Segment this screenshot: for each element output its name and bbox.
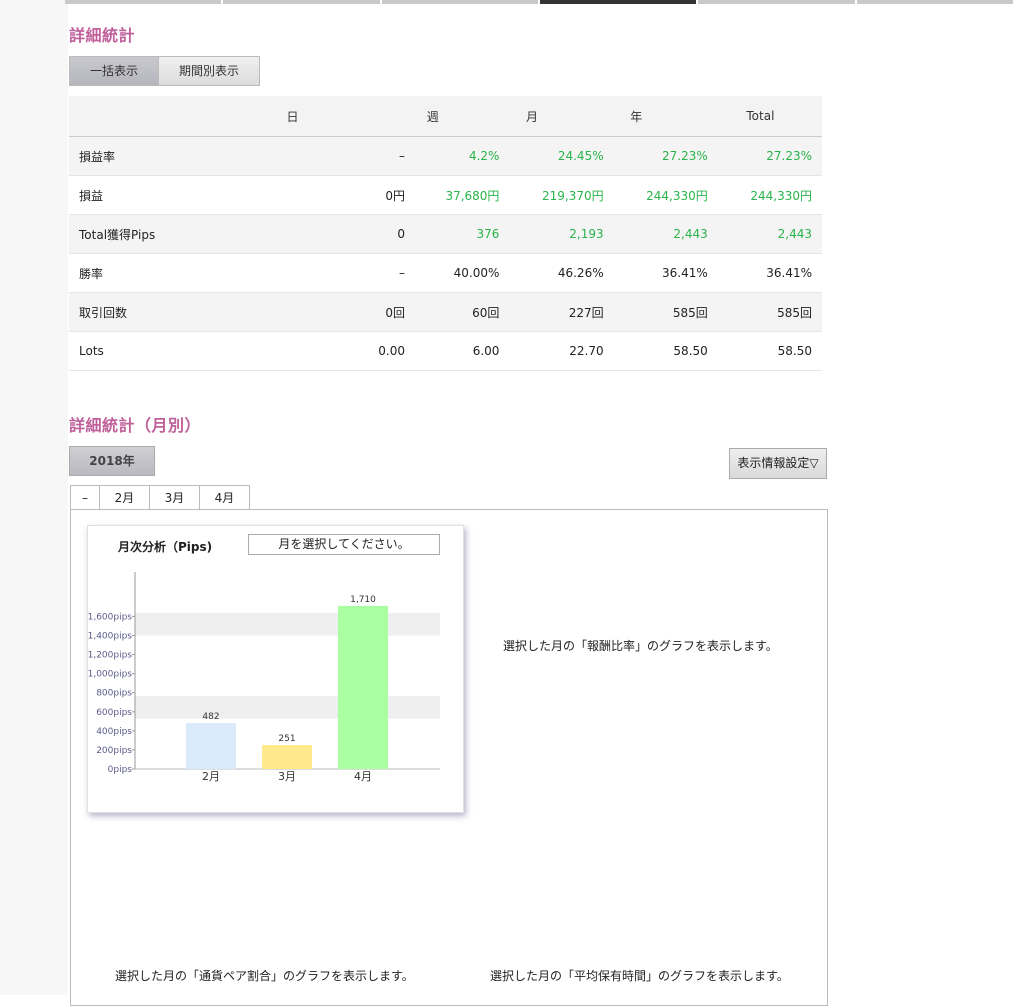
stats-cell: 0回 bbox=[239, 292, 415, 332]
stats-cell: 0.00 bbox=[239, 331, 415, 371]
nav-segment-3[interactable] bbox=[381, 0, 538, 4]
chart-category-label: 3月 bbox=[278, 770, 296, 783]
header-total: Total bbox=[717, 96, 822, 137]
stats-cell: 58.50 bbox=[717, 331, 822, 371]
stats-cell: 40.00% bbox=[415, 253, 510, 293]
chart-bar bbox=[262, 745, 312, 769]
chart-y-tick-label: 1,000pips bbox=[88, 670, 132, 680]
stats-cell: – bbox=[239, 136, 415, 176]
stats-row-label: Lots bbox=[69, 331, 239, 371]
stats-cell: 2,193 bbox=[509, 214, 614, 254]
left-margin bbox=[0, 0, 68, 995]
stats-row: 取引回数 0回 60回 227回 585回 585回 bbox=[69, 292, 822, 332]
stats-row-label: 損益率 bbox=[69, 136, 239, 176]
chart-y-tick-label: 800pips bbox=[96, 689, 132, 699]
tab-mar[interactable]: 3月 bbox=[149, 485, 200, 510]
stats-table: 日 週 月 年 Total 損益率 –4.2% 24.45% 27.23% 27.23%… bbox=[69, 96, 822, 371]
stats-cell: 227回 bbox=[509, 292, 614, 332]
chart-bar bbox=[338, 605, 388, 769]
currency-pair-placeholder: 選択した月の「通貨ペア割合」のグラフを表示します。 bbox=[115, 969, 414, 983]
nav-segment-1[interactable] bbox=[65, 0, 222, 4]
bulk-view-button[interactable]: 一括表示 bbox=[69, 56, 159, 86]
year-button[interactable]: 2018年 bbox=[69, 446, 155, 476]
stats-row-label: 取引回数 bbox=[69, 292, 239, 332]
stats-cell: 585回 bbox=[613, 292, 718, 332]
chart-band bbox=[135, 695, 440, 719]
stats-cell: 36.41% bbox=[613, 253, 718, 293]
monthly-bar-chart: 0pips 200pips 400pips 600pips 800pips 1,000pi… bbox=[88, 572, 440, 783]
stats-cell: 27.23% bbox=[613, 136, 718, 176]
header-month: 月 bbox=[509, 96, 614, 137]
stats-cell: 0円 bbox=[239, 175, 415, 215]
holding-time-placeholder: 選択した月の「平均保有時間」のグラフを表示します。 bbox=[490, 969, 789, 983]
stats-cell: 22.70 bbox=[509, 331, 614, 371]
chart-y-tick-label: 1,600pips bbox=[88, 612, 132, 622]
nav-segment-6[interactable] bbox=[856, 0, 1013, 4]
stats-cell: 60回 bbox=[415, 292, 510, 332]
monthly-chart-card: 月次分析（Pips) 月を選択してください。 0pips 200pips 400pi… bbox=[87, 525, 464, 813]
period-view-button[interactable]: 期間別表示 bbox=[159, 56, 261, 86]
chart-y-tick-label: 600pips bbox=[96, 708, 132, 718]
chart-y-tick-label: 0pips bbox=[108, 765, 133, 775]
stats-cell: 376 bbox=[415, 214, 510, 254]
stats-row: Lots 0.00 6.00 22.70 58.50 58.50 bbox=[69, 331, 822, 371]
chart-data-label: 251 bbox=[278, 734, 295, 744]
tab-apr[interactable]: 4月 bbox=[199, 485, 250, 510]
stats-row: 勝率 –40.00% 46.26% 36.41% 36.41% bbox=[69, 253, 822, 293]
nav-segment-2[interactable] bbox=[223, 0, 380, 4]
stats-row: 損益 0円 37,680円 219,370円 244,330円 244,330円 bbox=[69, 175, 822, 215]
display-settings-button[interactable]: 表示情報設定▽ bbox=[729, 448, 827, 479]
stats-row: 損益率 –4.2% 24.45% 27.23% 27.23% bbox=[69, 136, 822, 176]
section-title-monthly: 詳細統計（月別） bbox=[69, 416, 202, 435]
stats-cell: 0 bbox=[239, 214, 415, 254]
header-empty bbox=[69, 96, 239, 137]
header-year: 年 bbox=[613, 96, 718, 137]
reward-ratio-placeholder: 選択した月の「報酬比率」のグラフを表示します。 bbox=[503, 639, 778, 653]
nav-segment-4-active[interactable] bbox=[539, 0, 697, 4]
stats-cell: 2,443 bbox=[613, 214, 718, 254]
stats-cell: 219,370円 bbox=[509, 175, 614, 215]
chart-y-tick-label: 1,400pips bbox=[88, 631, 132, 641]
stats-cell: 244,330円 bbox=[613, 175, 718, 215]
stats-cell: 27.23% bbox=[717, 136, 822, 176]
stats-cell: 24.45% bbox=[509, 136, 614, 176]
month-tabs: – 2月 3月 4月 bbox=[70, 485, 250, 510]
chart-data-label: 482 bbox=[202, 712, 219, 722]
stats-row-label: Total獲得Pips bbox=[69, 214, 239, 254]
stats-cell: 585回 bbox=[717, 292, 822, 332]
chart-category-label: 2月 bbox=[202, 770, 220, 783]
chart-y-tick-label: 1,200pips bbox=[88, 651, 132, 661]
stats-cell: 4.2% bbox=[415, 136, 510, 176]
chart-band bbox=[135, 612, 440, 636]
nav-segment-5[interactable] bbox=[698, 0, 855, 4]
stats-row-label: 勝率 bbox=[69, 253, 239, 293]
stats-cell: 58.50 bbox=[613, 331, 718, 371]
tab-all[interactable]: – bbox=[70, 485, 100, 510]
stats-cell: 6.00 bbox=[415, 331, 510, 371]
month-select[interactable]: 月を選択してください。 bbox=[248, 534, 440, 555]
stats-cell: 37,680円 bbox=[415, 175, 510, 215]
header-week: 週 bbox=[415, 96, 510, 137]
chart-category-label: 4月 bbox=[354, 770, 372, 783]
stats-header-row: 日 週 月 年 Total bbox=[69, 96, 822, 137]
stats-row-label: 損益 bbox=[69, 175, 239, 215]
top-navigation-strip bbox=[65, 0, 1015, 4]
chart-y-tick-label: 200pips bbox=[96, 746, 132, 756]
chart-title: 月次分析（Pips) bbox=[118, 540, 213, 554]
view-toggle: 一括表示 期間別表示 bbox=[69, 56, 261, 86]
chart-bar bbox=[186, 723, 236, 769]
header-day: 日 bbox=[239, 96, 415, 137]
stats-cell: 36.41% bbox=[717, 253, 822, 293]
chart-y-tick-label: 400pips bbox=[96, 727, 132, 737]
stats-cell: 244,330円 bbox=[717, 175, 822, 215]
stats-cell: 2,443 bbox=[717, 214, 822, 254]
chart-data-label: 1,710 bbox=[350, 595, 376, 605]
section-title-stats: 詳細統計 bbox=[69, 26, 136, 45]
stats-row: Total獲得Pips 0 376 2,193 2,443 2,443 bbox=[69, 214, 822, 254]
stats-cell: 46.26% bbox=[509, 253, 614, 293]
tab-feb[interactable]: 2月 bbox=[99, 485, 150, 510]
stats-cell: – bbox=[239, 253, 415, 293]
